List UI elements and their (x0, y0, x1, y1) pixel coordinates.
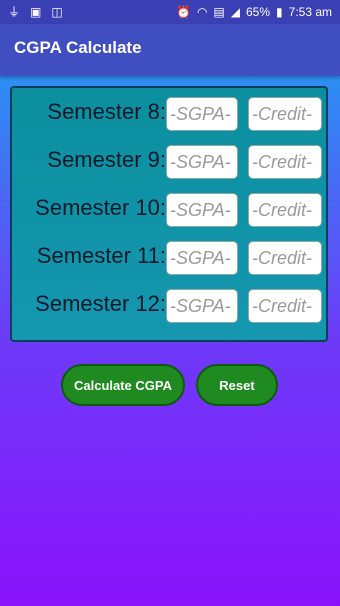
status-right-icons: ⏰ ◠ ▤ ◢ 65% ▮ 7:53 am (176, 4, 332, 20)
semester-label: Semester 11: (36, 243, 166, 268)
credit-input[interactable] (248, 193, 322, 227)
sd-card-icon: ▣ (30, 5, 42, 19)
semester-label: Semester 8: (47, 99, 166, 124)
battery-level: 65% (246, 5, 271, 19)
credit-input[interactable] (248, 241, 322, 275)
gallery-icon: ◫ (51, 5, 63, 19)
battery-icon: ▮ (276, 5, 283, 19)
sgpa-input[interactable] (166, 97, 238, 131)
semester-row-12: Semester 12: (12, 286, 330, 326)
status-bar: ⏚ ▣ ◫ ⏰ ◠ ▤ ◢ 65% ▮ 7:53 am (0, 0, 340, 24)
alarm-icon: ⏰ (175, 5, 191, 19)
clock: 7:53 am (288, 5, 332, 19)
semester-label: Semester 10: (35, 195, 166, 220)
semester-row-10: Semester 10: (12, 190, 330, 230)
calculate-cgpa-button[interactable]: Calculate CGPA (61, 364, 185, 406)
sgpa-input[interactable] (166, 193, 238, 227)
usb-icon: ⏚ (8, 5, 21, 19)
app-title: CGPA Calculate (14, 38, 142, 57)
semester-label: Semester 12: (35, 291, 166, 316)
semester-row-11: Semester 11: (12, 238, 330, 278)
credit-input[interactable] (248, 97, 322, 131)
semester-form-panel: Semester 8: Semester 9: Semester 10: Sem… (10, 86, 328, 342)
app-bar: CGPA Calculate (0, 24, 340, 76)
semester-row-8: Semester 8: (12, 94, 330, 134)
sgpa-input[interactable] (166, 145, 238, 179)
sgpa-input[interactable] (166, 289, 238, 323)
wifi-icon: ◠ (196, 5, 208, 19)
status-left-icons: ⏚ ▣ ◫ (8, 4, 63, 20)
signal-icon: ◢ (230, 5, 240, 19)
credit-input[interactable] (248, 145, 322, 179)
reset-button[interactable]: Reset (196, 364, 278, 406)
semester-row-9: Semester 9: (12, 142, 330, 182)
sgpa-input[interactable] (166, 241, 238, 275)
semester-label: Semester 9: (47, 147, 166, 172)
sim-icon: ▤ (213, 5, 225, 19)
credit-input[interactable] (248, 289, 322, 323)
